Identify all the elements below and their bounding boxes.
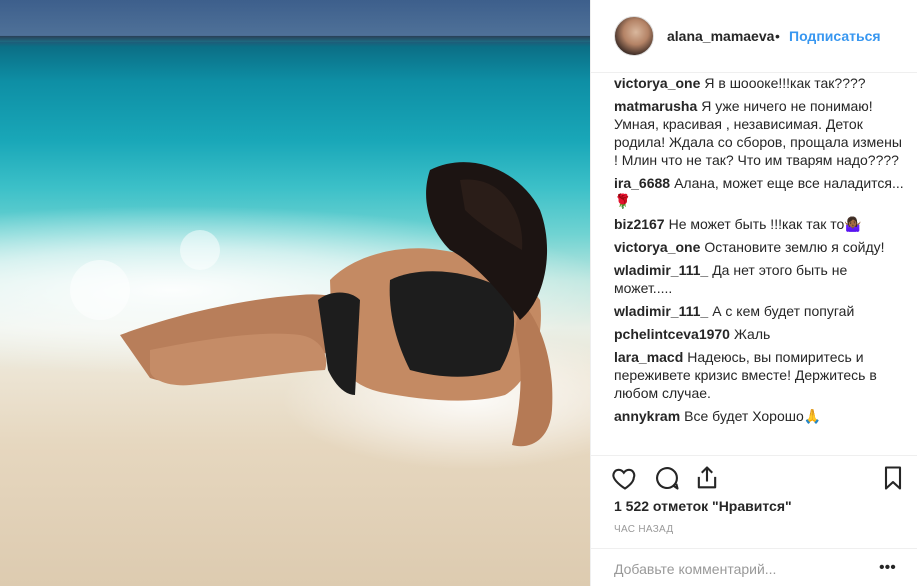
post-time: ЧАС НАЗАД — [614, 524, 674, 535]
comment-input[interactable] — [614, 561, 854, 577]
comment-user[interactable]: biz2167 — [614, 216, 665, 232]
action-bar — [591, 455, 917, 500]
post-photo — [0, 0, 590, 586]
comment-bubble-icon[interactable] — [653, 464, 681, 492]
comment-user[interactable]: wladimir_111_ — [614, 262, 708, 278]
comment-user[interactable]: ira_6688 — [614, 175, 670, 191]
post-header: alana_mamaeva • Подписаться — [591, 0, 917, 73]
heart-icon[interactable] — [611, 464, 639, 492]
avatar[interactable] — [614, 16, 654, 56]
comment-item: victorya_one Остановите землю я сойду! — [614, 238, 904, 256]
comment-text: Все будет Хорошо🙏 — [684, 408, 822, 424]
post-username[interactable]: alana_mamaeva — [667, 28, 774, 44]
comment-user[interactable]: victorya_one — [614, 75, 700, 91]
comment-user[interactable]: pchelintceva1970 — [614, 326, 730, 342]
comment-item: annykram Все будет Хорошо🙏 — [614, 407, 904, 425]
comments-list: victorya_one Я в шоооке!!!как так???? mat… — [614, 74, 904, 430]
separator-dot: • — [775, 28, 780, 44]
comment-item: wladimir_111_ А с кем будет попугай — [614, 302, 904, 320]
bookmark-icon[interactable] — [879, 464, 907, 492]
comment-item: wladimir_111_ Да нет этого быть не может.… — [614, 261, 904, 297]
more-options-icon[interactable]: ••• — [879, 559, 896, 577]
comment-text: Не может быть !!!как так то🤷🏾‍♀️ — [668, 216, 862, 232]
add-comment-bar: ••• — [591, 548, 917, 587]
comment-text: Я в шоооке!!!как так???? — [704, 75, 866, 91]
comment-text: Жаль — [733, 326, 771, 342]
comment-user[interactable]: matmarusha — [614, 98, 697, 114]
comment-item: ira_6688 Алана, может еще все наладится..… — [614, 174, 904, 210]
likes-count[interactable]: 1 522 отметок "Нравится" — [614, 498, 792, 514]
comment-item: biz2167 Не может быть !!!как так то🤷🏾‍♀️ — [614, 215, 904, 233]
comment-text: Остановите землю я сойду! — [704, 239, 885, 255]
follow-button[interactable]: Подписаться — [789, 28, 881, 44]
comment-item: pchelintceva1970 Жаль — [614, 325, 904, 343]
comment-item: victorya_one Я в шоооке!!!как так???? — [614, 74, 904, 92]
comment-text: А с кем будет попугай — [712, 303, 855, 319]
post-side-panel: alana_mamaeva • Подписаться victorya_one… — [590, 0, 917, 586]
comment-user[interactable]: annykram — [614, 408, 680, 424]
photo-figure — [70, 162, 553, 447]
comment-user[interactable]: wladimir_111_ — [614, 303, 708, 319]
comment-item: lara_macd Надеюсь, вы помиритесь и пережи… — [614, 348, 904, 402]
share-icon[interactable] — [693, 464, 721, 492]
comment-user[interactable]: victorya_one — [614, 239, 700, 255]
comment-user[interactable]: lara_macd — [614, 349, 683, 365]
comment-item: matmarusha Я уже ничего не понимаю! Умная… — [614, 97, 904, 169]
